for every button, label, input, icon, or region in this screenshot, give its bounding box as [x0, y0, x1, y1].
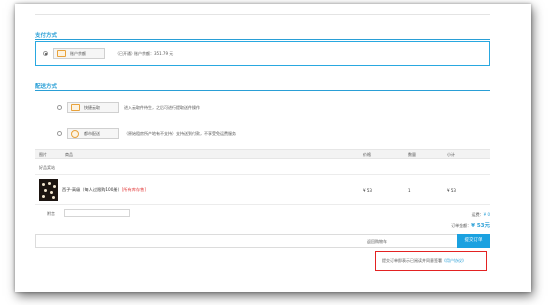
- delivery-option-1-desc: 进入云取件待生，之后可进行提取送件操作: [124, 105, 200, 110]
- shipping-summary: 运费：¥ 0: [472, 212, 490, 218]
- payment-option-row[interactable]: 账户余额 （已开通） 账户余额：351.79 元: [35, 41, 490, 66]
- shipping-label: 运费：: [471, 212, 484, 217]
- note-label: 附言: [47, 211, 55, 216]
- payment-status: （已开通）: [115, 51, 135, 56]
- total-label: 订单金额：: [451, 223, 472, 228]
- total-summary: 订单金额：¥ 53元: [451, 221, 490, 229]
- agreement-statement: 提交订单即表示已阅读并同意签署: [382, 258, 442, 263]
- balance-pay-button[interactable]: 账户余额: [53, 48, 105, 59]
- delivery-section-divider: [35, 90, 490, 91]
- shop-group-label: 好品奖站: [39, 165, 55, 170]
- note-input[interactable]: [64, 209, 130, 217]
- col-price: 价格: [363, 152, 371, 157]
- delivery-option-1-label: 快捷云取: [84, 105, 100, 110]
- balance-pay-label: 账户余额: [70, 51, 86, 56]
- row-divider-top: [35, 174, 490, 175]
- back-to-cart-link[interactable]: 返回购物车: [367, 239, 387, 245]
- product-tag: [所有库存售]: [121, 187, 146, 192]
- top-divider: [35, 14, 490, 15]
- payment-radio[interactable]: [43, 51, 48, 56]
- user-agreement-link[interactable]: 《用户协议》: [442, 258, 466, 263]
- product-title: 西子-高级（每人过限购100册）: [62, 187, 122, 192]
- product-name[interactable]: 西子-高级（每人过限购100册）[所有库存售]: [62, 187, 146, 193]
- item-price: ¥ 53: [363, 188, 372, 193]
- order-page-frame: 支付方式 账户余额 （已开通） 账户余额：351.79 元 配送方式 快捷云取 …: [15, 4, 531, 292]
- product-thumbnail[interactable]: [39, 179, 58, 201]
- col-image: 图片: [39, 152, 47, 157]
- agreement-text: 提交订单即表示已阅读并同意签署《用户协议》: [382, 258, 466, 264]
- delivery-radio-1[interactable]: [57, 105, 62, 110]
- delivery-option-1[interactable]: 快捷云取: [67, 102, 119, 113]
- item-subtotal: ¥ 53: [447, 188, 456, 193]
- pickup-icon: [71, 104, 80, 111]
- delivery-option-2[interactable]: 都市配送: [67, 128, 119, 139]
- submit-bar: 返回购物车 提交订单: [35, 234, 490, 248]
- delivery-icon: [71, 129, 79, 138]
- delivery-option-2-desc: （原始租房所产地有不支持）支持送到付款，不享受免运费服务: [124, 131, 236, 136]
- col-subtotal: 小计: [447, 152, 455, 157]
- payment-section-divider: [35, 39, 490, 40]
- table-header: 图片 商品 价格 数量 小计: [35, 149, 490, 159]
- delivery-radio-2[interactable]: [57, 131, 62, 136]
- wallet-icon: [57, 50, 66, 57]
- delivery-option-2-label: 都市配送: [84, 131, 100, 136]
- row-divider-bottom: [35, 204, 490, 205]
- shipping-value: ¥ 0: [483, 212, 490, 217]
- delivery-section-title: 配送方式: [35, 84, 58, 90]
- payment-section-title: 支付方式: [35, 33, 58, 39]
- col-product: 商品: [65, 152, 73, 157]
- total-value: ¥ 53元: [471, 223, 490, 229]
- col-quantity: 数量: [408, 152, 416, 157]
- item-quantity: 1: [408, 188, 411, 193]
- submit-order-button[interactable]: 提交订单: [457, 234, 490, 248]
- account-balance: 账户余额：351.79 元: [134, 51, 174, 56]
- agreement-highlight: 提交订单即表示已阅读并同意签署《用户协议》: [375, 251, 487, 271]
